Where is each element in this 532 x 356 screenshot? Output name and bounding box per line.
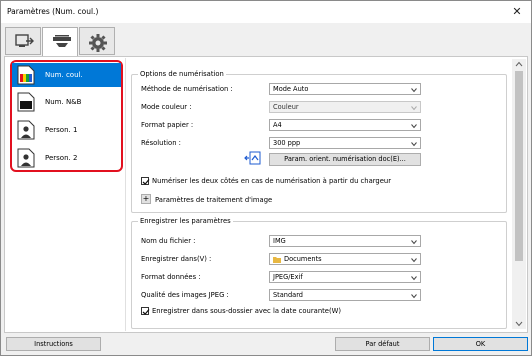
ok-button[interactable]: OK xyxy=(433,337,528,351)
tab-general-settings[interactable] xyxy=(79,27,115,55)
list-item[interactable]: Person. 1 xyxy=(12,118,121,142)
checkmark-icon xyxy=(142,179,150,185)
list-item-label: Person. 1 xyxy=(45,126,78,134)
group-title: Enregistrer les paramètres xyxy=(138,217,233,225)
data-format-label: Format données : xyxy=(141,273,201,281)
chevron-down-icon xyxy=(411,258,417,263)
scanner-icon xyxy=(53,35,71,47)
settings-area: Options de numérisation Méthode de numér… xyxy=(127,59,511,329)
scan-to-computer-icon xyxy=(15,34,34,47)
subfolder-label: Enregistrer dans sous-dossier avec la da… xyxy=(152,307,341,315)
favorite-settings-list: Num. coul. Num. N&B Person. 1 Person. 2 xyxy=(10,60,123,172)
data-format-select[interactable]: JPEG/Exif xyxy=(269,271,421,283)
scroll-down-icon[interactable] xyxy=(515,321,523,327)
duplex-label: Numériser les deux côtés en cas de numér… xyxy=(152,177,392,185)
save-in-label: Enregistrer dans(V) : xyxy=(141,255,212,263)
close-icon[interactable]: ✕ xyxy=(509,4,525,20)
resolution-select[interactable]: 300 ppp xyxy=(269,137,421,149)
duplex-checkbox[interactable] xyxy=(141,177,150,185)
list-item-label: Num. N&B xyxy=(45,98,82,106)
gear-icon xyxy=(89,34,107,52)
group-title: Options de numérisation xyxy=(138,70,226,78)
chevron-down-icon xyxy=(411,294,417,299)
vertical-scrollbar[interactable] xyxy=(512,59,526,329)
list-item[interactable]: Num. N&B xyxy=(12,90,121,114)
paper-size-select[interactable]: A4 xyxy=(269,119,421,131)
expand-button[interactable]: + xyxy=(141,194,151,204)
instructions-button[interactable]: Instructions xyxy=(6,337,101,351)
bw-document-icon xyxy=(17,92,35,112)
person-icon xyxy=(17,148,35,168)
chevron-down-icon xyxy=(411,240,417,245)
tab-strip xyxy=(5,27,125,57)
chevron-down-icon xyxy=(411,142,417,147)
list-item-label: Person. 2 xyxy=(45,154,78,162)
color-mode-label: Mode couleur : xyxy=(141,103,192,111)
folder-icon xyxy=(273,257,281,263)
tab-scanner[interactable] xyxy=(42,27,78,57)
method-label: Méthode de numérisation : xyxy=(141,85,233,93)
checkmark-icon xyxy=(142,309,150,315)
chevron-down-icon xyxy=(411,124,417,129)
paper-size-label: Format papier : xyxy=(141,121,194,129)
person-icon xyxy=(17,120,35,140)
filename-select[interactable]: IMG xyxy=(269,235,421,247)
method-select[interactable]: Mode Auto xyxy=(269,83,421,95)
divider xyxy=(125,58,126,331)
defaults-button[interactable]: Par défaut xyxy=(335,337,430,351)
scroll-up-icon[interactable] xyxy=(515,61,523,67)
tab-scan-from-computer[interactable] xyxy=(5,27,41,55)
image-processing-label: Paramètres de traitement d'image xyxy=(155,196,273,204)
jpeg-quality-select[interactable]: Standard xyxy=(269,289,421,301)
title-bar: Paramètres (Num. coul.) ✕ xyxy=(1,1,531,23)
list-item[interactable]: Num. coul. xyxy=(12,63,121,87)
color-document-icon xyxy=(17,65,35,85)
color-mode-select: Couleur xyxy=(269,101,421,113)
subfolder-checkbox[interactable] xyxy=(141,307,150,315)
settings-dialog: Paramètres (Num. coul.) ✕ Num. coul. Num… xyxy=(0,0,532,356)
orientation-settings-button[interactable]: Param. orient. numérisation doc(E)... xyxy=(269,153,421,166)
jpeg-quality-label: Qualité des images JPEG : xyxy=(141,291,229,299)
resolution-label: Résolution : xyxy=(141,139,181,147)
scan-orientation-icon xyxy=(244,151,261,165)
chevron-down-icon xyxy=(411,276,417,281)
chevron-down-icon xyxy=(411,106,417,111)
chevron-down-icon xyxy=(411,88,417,93)
list-item-label: Num. coul. xyxy=(45,71,83,79)
filename-label: Nom du fichier : xyxy=(141,237,196,245)
window-title: Paramètres (Num. coul.) xyxy=(7,7,99,16)
save-in-select[interactable]: Documents xyxy=(269,253,421,265)
scrollbar-thumb[interactable] xyxy=(515,71,523,261)
list-item[interactable]: Person. 2 xyxy=(12,146,121,170)
